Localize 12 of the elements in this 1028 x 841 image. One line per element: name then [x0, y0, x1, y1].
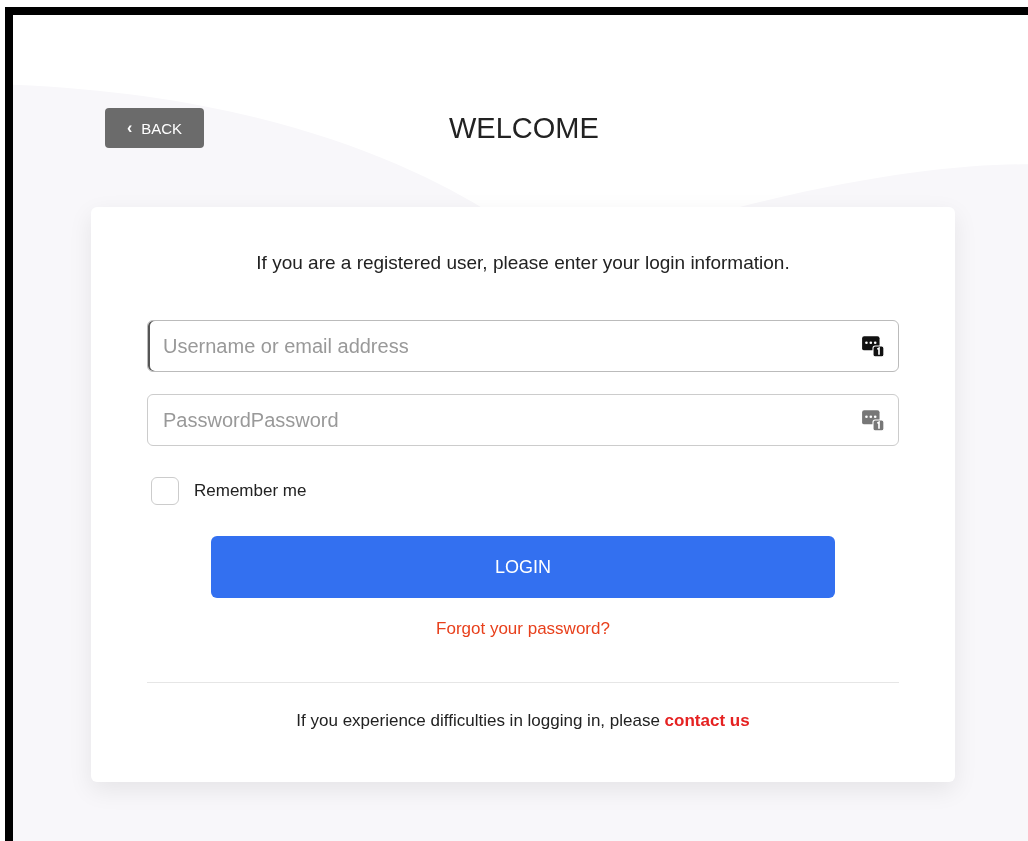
forgot-password-link[interactable]: Forgot your password? — [436, 619, 610, 638]
credential-icon[interactable] — [861, 334, 885, 358]
remember-checkbox[interactable] — [151, 477, 179, 505]
page-title: WELCOME — [449, 111, 599, 145]
input-field[interactable]: Username or email address — [147, 320, 899, 372]
contact-link[interactable]: contact us — [664, 711, 750, 730]
login-button[interactable]: LOGIN — [211, 536, 835, 598]
input-field[interactable]: PasswordPassword — [147, 394, 899, 446]
intro-text: If you are a registered user, please enter your login information. — [255, 251, 791, 274]
help-text: If you experience difficulties in logging in, please contact us — [295, 711, 751, 731]
remember-label: Remember me — [194, 481, 307, 501]
back-button[interactable]: ‹ BACK — [105, 108, 204, 148]
